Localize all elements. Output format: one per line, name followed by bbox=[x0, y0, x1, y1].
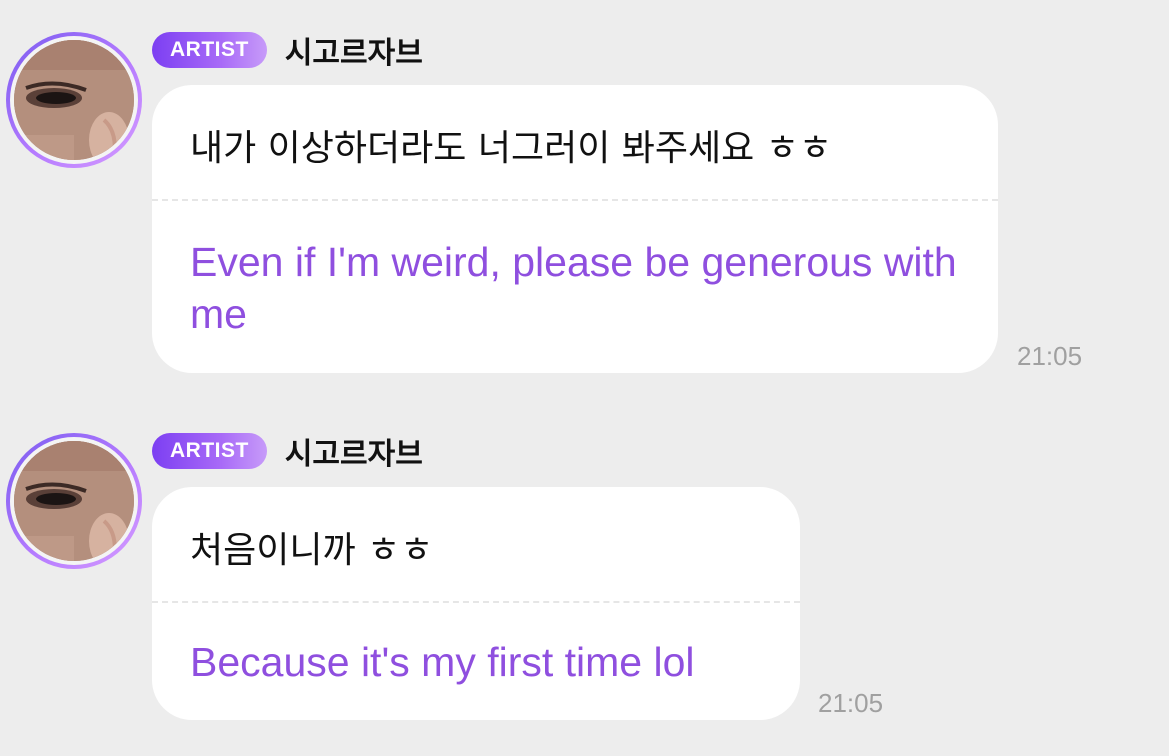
message-timestamp: 21:05 bbox=[1017, 341, 1083, 371]
message-bubble[interactable]: 처음이니까 ㅎㅎ Because it's my first time lol bbox=[152, 487, 800, 720]
message-original-text: 내가 이상하더라도 너그러이 봐주세요 ㅎㅎ bbox=[190, 128, 832, 169]
message-translated-text: Because it's my first time lol bbox=[190, 639, 695, 685]
message-header: ARTIST 시고르자브 bbox=[152, 429, 423, 473]
message-bubble[interactable]: 내가 이상하더라도 너그러이 봐주세요 ㅎㅎ Even if I'm weird… bbox=[152, 85, 998, 373]
message-timestamp: 21:05 bbox=[818, 688, 884, 718]
artist-badge: ARTIST bbox=[152, 433, 267, 469]
translation-divider bbox=[152, 199, 998, 201]
avatar[interactable] bbox=[6, 433, 142, 569]
artist-badge: ARTIST bbox=[152, 32, 267, 68]
sender-name[interactable]: 시고르자브 bbox=[285, 28, 423, 72]
avatar[interactable] bbox=[6, 32, 142, 168]
translation-divider bbox=[152, 601, 800, 603]
sender-name[interactable]: 시고르자브 bbox=[285, 429, 423, 473]
message-original-text: 처음이니까 ㅎㅎ bbox=[190, 530, 434, 571]
message-header: ARTIST 시고르자브 bbox=[152, 28, 423, 72]
avatar-photo bbox=[14, 441, 134, 561]
message-translated-text: Even if I'm weird, please be generous wi… bbox=[190, 239, 957, 337]
avatar-photo bbox=[14, 40, 134, 160]
